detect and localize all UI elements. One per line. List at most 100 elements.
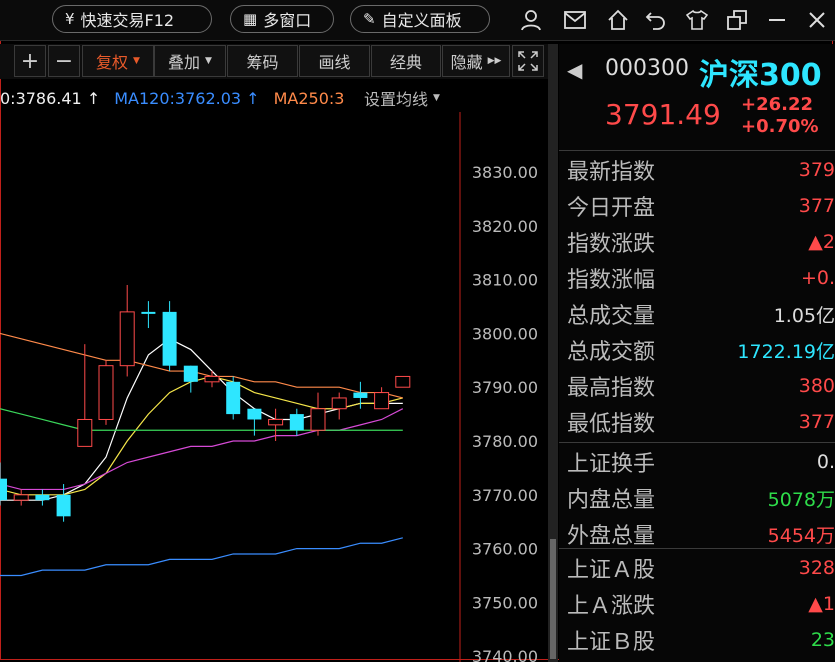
divider xyxy=(559,548,835,549)
hide-label: 隐藏 xyxy=(450,53,483,72)
grid-icon: ▦ xyxy=(243,10,258,28)
stat-label: 总成交额 xyxy=(567,340,656,365)
stat-label: 最低指数 xyxy=(567,412,656,437)
stat-value: 0. xyxy=(816,451,835,473)
stat-row: 指数涨跌 ▲2 xyxy=(567,224,835,260)
ma-line xyxy=(0,338,403,501)
classic-button[interactable]: 经典 xyxy=(371,45,441,77)
y-tick-label: 3770.00 xyxy=(472,486,538,505)
chip-button[interactable]: 筹码 xyxy=(227,45,298,77)
minimize-icon[interactable] xyxy=(764,7,790,33)
stat-value: 5454万 xyxy=(767,524,835,547)
stat-value: ▲1 xyxy=(808,593,835,615)
stat-label: 今日开盘 xyxy=(567,196,656,221)
back-icon[interactable] xyxy=(643,7,669,33)
candle-body[interactable] xyxy=(204,375,220,383)
close-icon[interactable] xyxy=(804,7,830,33)
fuquan-dropdown[interactable]: 复权 ▼ xyxy=(82,45,154,77)
custom-panel-label: 自定义面板 xyxy=(381,11,462,30)
stat-value: ▲2 xyxy=(808,231,835,253)
candle-body[interactable] xyxy=(35,494,50,501)
caret-down-icon: ▼ xyxy=(205,56,212,66)
collapse-left-icon[interactable]: ◀ xyxy=(567,58,582,82)
candle-body[interactable] xyxy=(289,414,304,431)
quick-trade-button[interactable]: ¥ 快速交易F12 xyxy=(52,5,212,33)
candle-body[interactable] xyxy=(183,365,198,382)
quick-trade-label: 快速交易F12 xyxy=(80,11,175,30)
stat-row: 上证Ａ股 328 xyxy=(567,550,835,586)
ma-line xyxy=(0,408,404,491)
y-tick-label: 3800.00 xyxy=(472,324,538,343)
candle-body[interactable] xyxy=(98,365,114,420)
candle-body[interactable] xyxy=(141,311,156,314)
candle-body[interactable] xyxy=(247,408,262,420)
stat-row: 今日开盘 377 xyxy=(567,188,835,224)
candle-body[interactable] xyxy=(395,375,411,388)
ma-legend: 0:3786.41 ↑ MA120:3762.03 ↑ MA250:3 xyxy=(0,86,344,110)
zoom-in-button[interactable]: + xyxy=(14,45,46,77)
y-tick-label: 3820.00 xyxy=(472,217,538,236)
vertical-scrollbar[interactable] xyxy=(548,44,558,662)
stat-row: 内盘总量 5078万 xyxy=(567,480,835,516)
stat-value: 377 xyxy=(798,195,835,217)
candle-body[interactable] xyxy=(56,494,71,517)
mail-icon[interactable] xyxy=(562,7,588,33)
y-tick-label: 3750.00 xyxy=(472,593,538,612)
hide-button[interactable]: 隐藏 ▶▶ xyxy=(442,45,510,77)
restore-window-icon[interactable] xyxy=(724,7,750,33)
fullscreen-icon xyxy=(518,51,538,71)
stat-value: 377 xyxy=(798,411,835,433)
stat-row: 指数涨幅 +0. xyxy=(567,260,835,296)
quote-panel: ◀ 000300 沪深300 3791.49 +26.22 +0.70% 最新指… xyxy=(559,44,835,662)
y-tick-label: 3780.00 xyxy=(472,432,538,451)
stat-row: 总成交量 1.05亿 xyxy=(567,296,835,332)
candle-body[interactable] xyxy=(310,408,326,431)
y-tick-label: 3760.00 xyxy=(472,540,538,559)
multi-window-button[interactable]: ▦ 多窗口 xyxy=(230,5,334,33)
stat-label: 最高指数 xyxy=(567,376,656,401)
user-icon[interactable] xyxy=(518,7,544,33)
zoom-out-button[interactable]: − xyxy=(48,45,80,77)
skin-icon[interactable] xyxy=(684,7,710,33)
custom-panel-button[interactable]: ✎ 自定义面板 xyxy=(350,5,490,33)
overlay-label: 叠加 xyxy=(168,53,201,72)
stat-row: 最高指数 380 xyxy=(567,368,835,404)
divider xyxy=(559,442,835,443)
candle-body[interactable] xyxy=(0,478,7,501)
candle-body[interactable] xyxy=(119,311,135,367)
stock-code: 000300 xyxy=(605,56,689,81)
scroll-grip[interactable] xyxy=(550,539,556,659)
kline-chart[interactable]: 3830.00 3820.00 3810.00 3800.00 3790.00 3780.… xyxy=(0,112,548,662)
candle-body[interactable] xyxy=(268,418,284,426)
candle-body[interactable] xyxy=(13,494,29,501)
stat-label: 内盘总量 xyxy=(567,488,656,513)
y-tick-label: 3830.00 xyxy=(472,163,538,182)
stat-value: 5078万 xyxy=(767,488,835,511)
stat-value: 23 xyxy=(810,629,835,651)
candle-body[interactable] xyxy=(77,418,93,447)
change-value: +26.22 xyxy=(741,94,814,115)
draw-line-button[interactable]: 画线 xyxy=(299,45,370,77)
stat-value: 1.05亿 xyxy=(773,304,835,327)
home-icon[interactable] xyxy=(605,7,631,33)
stat-label: 上证Ａ股 xyxy=(567,558,656,583)
ma-line xyxy=(0,375,403,496)
stat-row: 总成交额 1722.19亿 xyxy=(567,332,835,368)
stock-name: 沪深300 xyxy=(699,58,822,93)
stat-label: 总成交量 xyxy=(567,304,656,329)
stat-label: 上Ａ涨跌 xyxy=(567,594,656,619)
y-tick-label: 3740.00 xyxy=(472,647,538,662)
change-percent: +0.70% xyxy=(741,116,819,137)
candle-body[interactable] xyxy=(162,311,177,366)
divider xyxy=(559,150,835,151)
stat-value: 1722.19亿 xyxy=(737,340,835,363)
y-tick-label: 3810.00 xyxy=(472,271,538,290)
candle-body[interactable] xyxy=(353,392,368,398)
overlay-dropdown[interactable]: 叠加 ▼ xyxy=(154,45,226,77)
fullscreen-button[interactable] xyxy=(512,45,544,77)
candle-body[interactable] xyxy=(374,392,390,410)
candle-body[interactable] xyxy=(226,381,241,415)
ma-setting-button[interactable]: 设置均线 ▼ xyxy=(360,86,444,110)
candle-body[interactable] xyxy=(331,397,347,410)
stat-row: 最低指数 377 xyxy=(567,404,835,440)
